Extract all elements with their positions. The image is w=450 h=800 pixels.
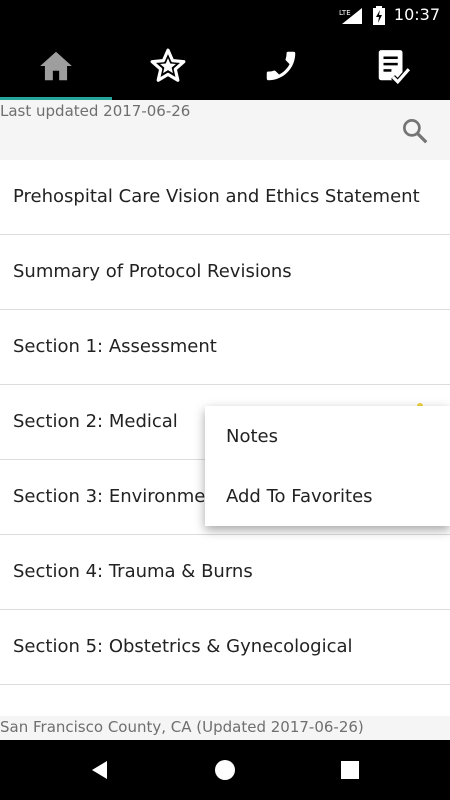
list-item[interactable]: Prehospital Care Vision and Ethics State… [0,160,450,235]
list-item-label: Summary of Protocol Revisions [13,261,292,282]
menu-item-notes[interactable]: Notes [205,406,450,466]
tab-contacts[interactable] [225,32,337,100]
tab-favorites[interactable] [112,32,224,100]
tab-home[interactable] [0,32,112,100]
menu-item-label: Add To Favorites [226,486,373,507]
battery-charging-icon [373,6,385,25]
list-item[interactable]: Section 5: Obstetrics & Gynecological [0,610,450,685]
list-item[interactable]: Section 1: Assessment [0,310,450,385]
footer-bar: San Francisco County, CA (Updated 2017-0… [0,716,450,740]
status-bar: LTE 10:37 [0,0,450,32]
menu-item-label: Notes [226,426,278,447]
recents-icon[interactable] [338,758,362,782]
home-icon [40,51,72,81]
tab-bar [0,32,450,100]
home-nav-icon[interactable] [213,758,237,782]
list-item-label: Section 2: Medical [13,411,178,432]
signal-icon: LTE [339,8,362,24]
svg-text:LTE: LTE [339,9,351,17]
list-item-label: Section 4: Trauma & Burns [13,561,253,582]
tab-checklist[interactable] [337,32,449,100]
list-item[interactable]: Summary of Protocol Revisions [0,235,450,310]
footer-text: San Francisco County, CA (Updated 2017-0… [0,718,364,736]
list-item[interactable]: Section 4: Trauma & Burns [0,535,450,610]
list-item-label: Section 1: Assessment [13,336,217,357]
search-icon[interactable] [400,116,430,146]
list-item-label: Prehospital Care Vision and Ethics State… [13,186,420,207]
list-item-label: Section 5: Obstetrics & Gynecological [13,636,353,657]
phone-icon [266,51,296,81]
context-menu: Notes Add To Favorites [205,406,450,526]
menu-item-add-favorites[interactable]: Add To Favorites [205,466,450,526]
checklist-icon [378,50,411,85]
clock: 10:37 [393,5,440,24]
system-nav-bar [0,740,450,800]
back-icon[interactable] [88,758,112,782]
star-icon [150,48,186,82]
last-updated-text: Last updated 2017-06-26 [0,102,191,120]
